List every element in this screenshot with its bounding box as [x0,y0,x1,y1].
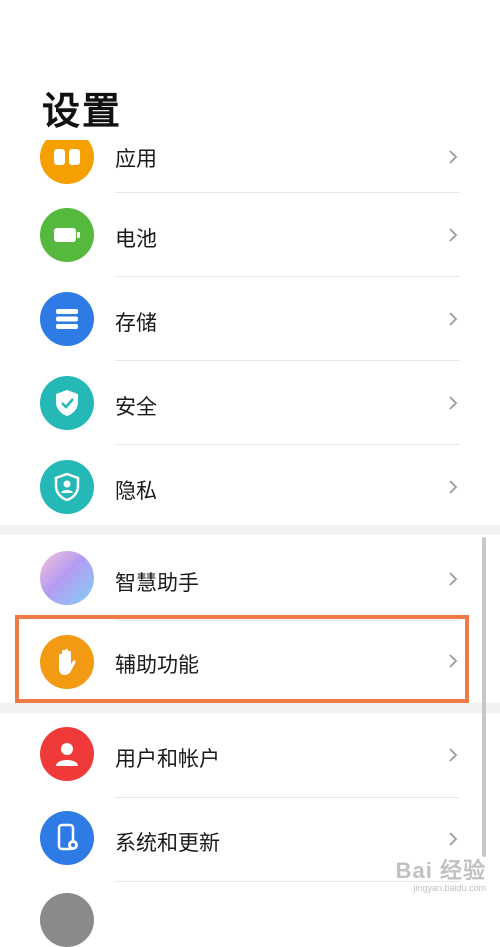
chevron-right-icon [449,396,458,410]
chevron-right-icon [449,150,458,164]
battery-icon [40,208,94,262]
settings-list: 应用 设置 电池 存储 安全 隐私 智慧助手 辅助功能 用户和帐户 系统和更新 [0,0,500,947]
smart-assistant-icon [40,551,94,605]
chevron-right-icon [449,832,458,846]
chevron-right-icon [449,312,458,326]
highlight-box [15,615,469,703]
settings-item-privacy[interactable]: 隐私 [0,445,500,529]
settings-item-label: 电池 [115,227,157,251]
shield-check-icon [40,376,94,430]
scrollbar[interactable] [482,537,486,857]
settings-item-label: 应用 [115,147,157,171]
chevron-right-icon [449,572,458,586]
settings-item-label: 智慧助手 [115,571,199,595]
next-item-icon [40,893,94,947]
settings-item-label: 存储 [115,311,157,335]
settings-item-label: 用户和帐户 [115,747,220,771]
settings-item-label: 系统和更新 [115,831,220,855]
chevron-right-icon [449,228,458,242]
settings-item-smart-assistant[interactable]: 智慧助手 [0,537,500,621]
phone-settings-icon [40,811,94,865]
settings-item-security[interactable]: 安全 [0,361,500,445]
settings-item-storage[interactable]: 存储 [0,277,500,361]
page-title: 设置 [42,89,123,133]
settings-item-battery[interactable]: 电池 [0,193,500,277]
section-divider [0,525,500,535]
watermark: Bai 经验 jingyan.baidu.com [396,853,486,893]
watermark-main: Bai 经验 [395,858,486,883]
settings-item-label: 安全 [115,395,157,419]
chevron-right-icon [449,480,458,494]
chevron-right-icon [449,748,458,762]
settings-item-users-accounts[interactable]: 用户和帐户 [0,713,500,798]
section-divider [0,703,500,713]
settings-item-label: 隐私 [115,479,157,503]
storage-icon [40,292,94,346]
user-icon [40,727,94,781]
privacy-shield-icon [40,460,94,514]
